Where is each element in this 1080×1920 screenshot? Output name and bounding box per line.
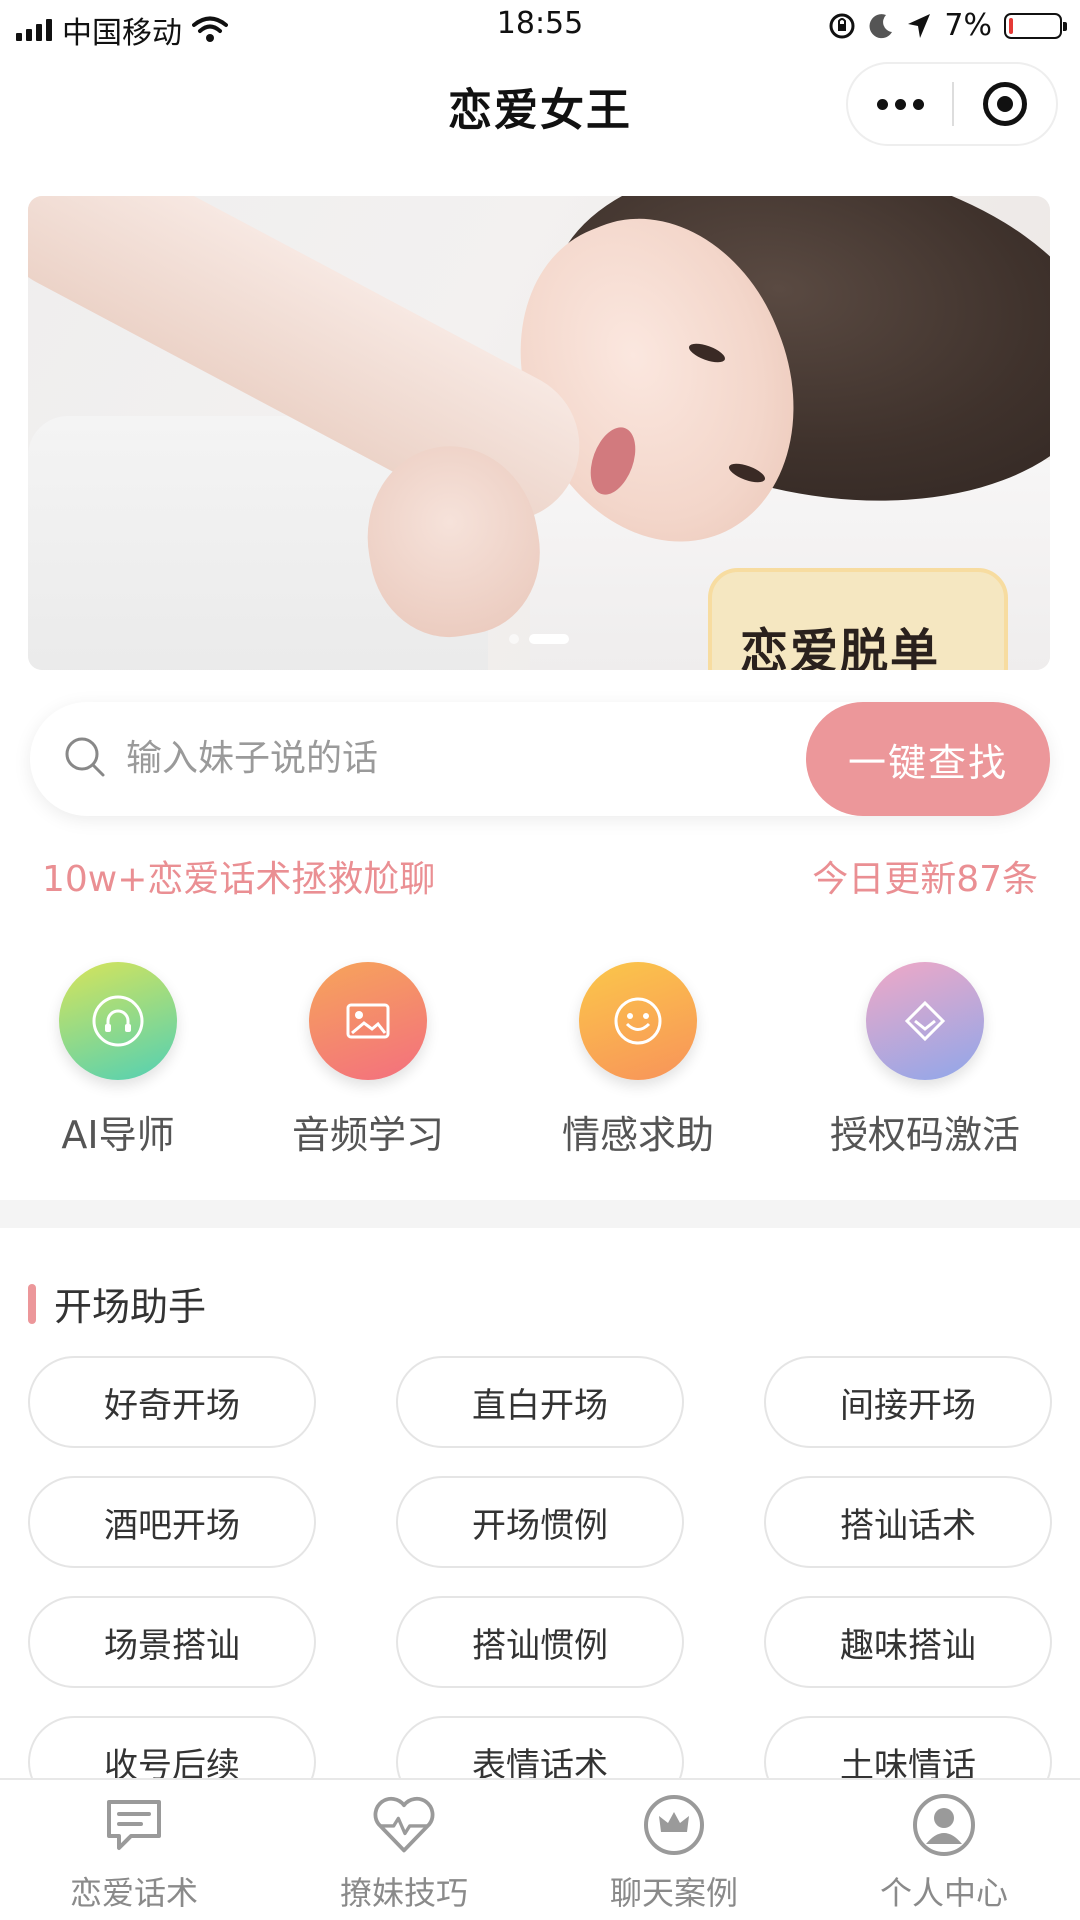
section-header: 开场助手 [28,1276,206,1331]
tab-profile[interactable]: 个人中心 [844,1792,1044,1914]
target-icon [982,82,1027,126]
close-mini-program-button[interactable] [954,82,1056,126]
tile-ai-mentor[interactable]: AI导师 [8,962,228,1159]
user-avatar-icon [911,1792,977,1858]
tile-icon-circle [579,962,697,1080]
tile-icon-circle [59,962,177,1080]
tile-activation-code[interactable]: 授权码激活 [815,962,1035,1159]
search-icon [65,737,105,777]
chip[interactable]: 场景搭讪 [28,1596,316,1688]
tab-bar: 恋爱话术 撩妹技巧 聊天案例 个人中心 [0,1778,1080,1920]
app-page: 中国移动 18:55 7% 恋爱女王 恋爱脱单 输入妹子说的话 一键查找 10w… [0,0,1080,1920]
chip[interactable]: 间接开场 [764,1356,1052,1448]
tile-label: 情感求助 [561,1113,714,1157]
location-arrow-icon [908,13,931,38]
search-input[interactable] [126,730,726,786]
tile-label: 音频学习 [291,1113,444,1157]
tab-label: 聊天案例 [609,1874,738,1912]
battery-percent: 7% [944,8,992,43]
chip[interactable]: 搭讪惯例 [396,1596,684,1688]
chip[interactable]: 直白开场 [396,1356,684,1448]
diamond-icon [904,1000,946,1042]
search-button[interactable]: 一键查找 [806,702,1050,816]
chip[interactable]: 酒吧开场 [28,1476,316,1568]
tab-love-scripts[interactable]: 恋爱话术 [34,1792,234,1914]
tab-label: 个人中心 [879,1874,1008,1912]
chip[interactable]: 趣味搭讪 [764,1596,1052,1688]
image-icon [346,1003,390,1039]
tab-label: 撩妹技巧 [339,1874,468,1912]
carousel-dot[interactable] [509,634,519,644]
more-options-icon[interactable] [848,98,952,110]
chip[interactable]: 开场惯例 [396,1476,684,1568]
section-divider [0,1200,1080,1228]
tile-icon-circle [866,962,984,1080]
status-right: 7% [828,8,1067,43]
moon-icon [869,13,893,38]
crown-icon [641,1792,707,1858]
banner-carousel[interactable]: 恋爱脱单 [28,196,1050,670]
rotation-lock-icon [829,13,855,38]
status-bar: 中国移动 18:55 7% [0,0,1080,52]
tile-label: AI导师 [61,1113,175,1157]
section-title: 开场助手 [54,1285,207,1329]
tile-audio-learning[interactable]: 音频学习 [258,962,478,1159]
tile-icon-circle [309,962,427,1080]
headphones-icon [92,995,144,1047]
section-accent-bar [28,1283,36,1324]
banner-sticker: 恋爱脱单 [708,568,1008,670]
chip[interactable]: 好奇开场 [28,1356,316,1448]
chat-bubble-icon [101,1792,167,1858]
tab-label: 恋爱话术 [69,1874,198,1912]
battery-icon [1004,12,1067,39]
heart-pulse-icon [371,1792,437,1858]
tile-emotional-help[interactable]: 情感求助 [528,962,748,1159]
tab-flirting-tips[interactable]: 撩妹技巧 [304,1792,504,1914]
tile-label: 授权码激活 [829,1113,1020,1157]
carousel-dot-active[interactable] [529,634,569,644]
promo-left-text: 10w+恋爱话术拯救尬聊 [42,859,436,900]
carousel-indicator [28,634,1050,644]
promo-right-text: 今日更新87条 [812,859,1038,900]
mini-program-capsule [846,62,1058,146]
chip[interactable]: 搭讪话术 [764,1476,1052,1568]
nav-bar: 恋爱女王 [0,52,1080,160]
search-bar: 一键查找 [30,702,1050,816]
promo-row: 10w+恋爱话术拯救尬聊 今日更新87条 [42,850,1038,902]
tab-chat-cases[interactable]: 聊天案例 [574,1792,774,1914]
smiley-icon [614,997,662,1045]
quick-actions: AI导师 音频学习 情感求助 授权码激活 [0,962,1080,1162]
